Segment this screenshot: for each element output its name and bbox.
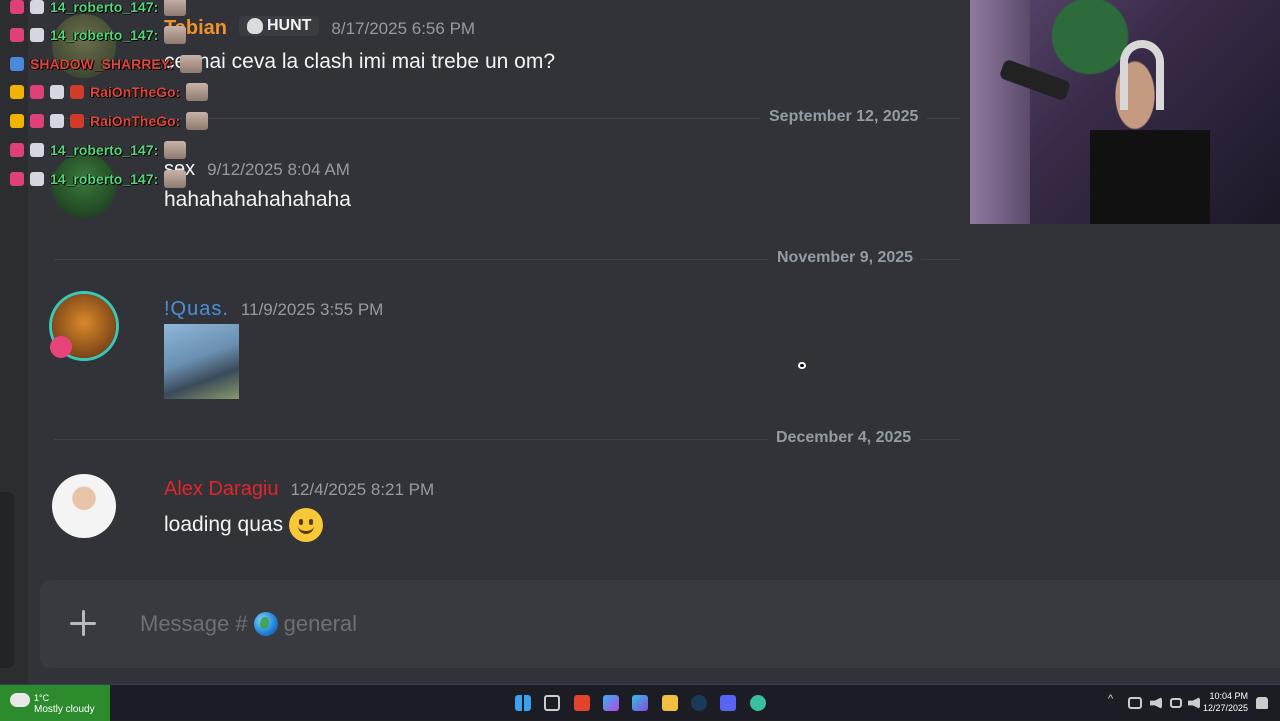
sidebar-sliver <box>0 492 14 668</box>
stream-chat-line: 14_roberto_147: <box>10 0 187 18</box>
gift-icon <box>50 85 64 99</box>
crown-icon <box>10 85 24 99</box>
emote-icon <box>186 112 209 130</box>
timestamp: 12/4/2025 8:21 PM <box>290 480 435 499</box>
notification-icon[interactable] <box>1256 697 1268 709</box>
gift-icon <box>30 0 44 14</box>
copilot-icon[interactable] <box>603 695 619 711</box>
user-tag[interactable]: HUNT <box>238 16 320 36</box>
message-composer[interactable]: Message # general <box>40 580 1280 668</box>
badge-icon <box>10 57 24 71</box>
brave-icon[interactable] <box>574 695 590 711</box>
timestamp: 9/12/2025 8:04 AM <box>207 160 350 179</box>
weather-temp: 1°C <box>34 693 50 703</box>
windows-start-icon[interactable] <box>515 695 531 711</box>
gift-icon <box>30 172 44 186</box>
app-icon[interactable] <box>632 695 648 711</box>
skull-icon <box>246 18 263 34</box>
clock-date: 12/27/2025 <box>1202 703 1248 713</box>
headphones <box>1120 40 1164 110</box>
sub-badge-icon <box>70 85 84 99</box>
badge-icon <box>30 114 44 128</box>
emote-icon <box>164 141 187 159</box>
gift-icon <box>30 143 44 157</box>
placeholder-channel: general <box>283 611 358 636</box>
date-divider-label: November 9, 2025 <box>769 249 922 267</box>
stream-chat-user: SHADOW_SHARREY: <box>30 56 174 72</box>
gift-icon <box>50 114 64 128</box>
stream-chat-user: 14_roberto_147: <box>50 142 159 158</box>
stream-chat-line: 14_roberto_147: <box>10 139 187 161</box>
stream-chat-user: 14_roberto_147: <box>50 27 159 43</box>
stream-chat-line: 14_roberto_147: <box>10 24 187 46</box>
cursor-icon <box>798 362 806 369</box>
discord-icon[interactable] <box>720 695 736 711</box>
badge-icon <box>10 143 24 157</box>
weather-widget[interactable]: 1°C Mostly cloudy <box>0 685 110 721</box>
gift-icon <box>30 28 44 42</box>
stream-chat-user: 14_roberto_147: <box>50 0 159 15</box>
webcam-overlay <box>970 0 1280 224</box>
stream-chat-line: SHADOW_SHARREY: <box>10 53 202 75</box>
avatar-decoration <box>50 336 72 358</box>
stream-chat-line: RaiOnTheGo: <box>10 81 209 103</box>
crown-icon <box>10 114 24 128</box>
stream-chat-user: RaiOnTheGo: <box>90 113 181 129</box>
message-text: loading quas <box>164 513 284 536</box>
weather-condition: Mostly cloudy <box>34 704 95 715</box>
speaker-icon[interactable] <box>1188 697 1200 709</box>
stream-chat-user: RaiOnTheGo: <box>90 84 181 100</box>
badge-icon <box>30 85 44 99</box>
message-text: ce mai ceva la clash imi mai trebe un om… <box>164 50 555 73</box>
emote-icon <box>186 83 209 101</box>
timestamp: 8/17/2025 6:56 PM <box>331 19 476 38</box>
emote-icon <box>164 170 187 188</box>
message-text: hahahahahahahaha <box>164 188 351 211</box>
emote-icon <box>179 55 202 73</box>
clock-time: 10:04 PM <box>1209 691 1248 701</box>
badge-icon <box>10 28 24 42</box>
message-text-row: loading quas <box>164 508 324 542</box>
clock[interactable]: 10:04 PM 12/27/2025 <box>1203 690 1248 714</box>
stream-chat-user: 14_roberto_147: <box>50 171 159 187</box>
date-divider-label: September 12, 2025 <box>761 108 927 126</box>
app-icon[interactable] <box>750 695 766 711</box>
task-view-icon[interactable] <box>544 695 560 711</box>
globe-icon <box>253 612 278 636</box>
stream-chat-line: RaiOnTheGo: <box>10 110 209 132</box>
cloud-icon <box>10 693 30 707</box>
username[interactable]: !Quas. <box>164 298 229 321</box>
stream-chat-line: 14_roberto_147: <box>10 168 187 190</box>
username[interactable]: Alex Daragiu <box>164 478 279 501</box>
avatar[interactable] <box>52 474 116 538</box>
sub-badge-icon <box>70 114 84 128</box>
volume-icon[interactable] <box>1150 697 1162 709</box>
message-input[interactable]: Message # general <box>140 611 357 637</box>
placeholder-prefix: Message # <box>140 611 248 636</box>
steam-icon[interactable] <box>691 695 707 711</box>
date-divider-label: December 4, 2025 <box>768 429 920 447</box>
tray-chevron-icon[interactable]: ^ <box>1108 693 1113 705</box>
user-tag-label: HUNT <box>266 17 312 34</box>
image-attachment[interactable] <box>164 324 239 399</box>
badge-icon <box>10 172 24 186</box>
file-explorer-icon[interactable] <box>662 695 678 711</box>
display-icon[interactable] <box>1170 698 1182 708</box>
add-attachment-icon[interactable] <box>68 608 100 640</box>
taskbar: 1°C Mostly cloudy ^ 10:04 PM 12/27/2025 <box>0 684 1280 721</box>
discord-app: Tabian HUNT 8/17/2025 6:56 PM ce mai cev… <box>0 0 1280 684</box>
badge-icon <box>10 0 24 14</box>
slight-smile-emoji-icon <box>289 508 324 542</box>
emote-icon <box>164 0 187 16</box>
network-icon[interactable] <box>1128 697 1142 709</box>
timestamp: 11/9/2025 3:55 PM <box>240 300 384 319</box>
emote-icon <box>164 26 187 44</box>
